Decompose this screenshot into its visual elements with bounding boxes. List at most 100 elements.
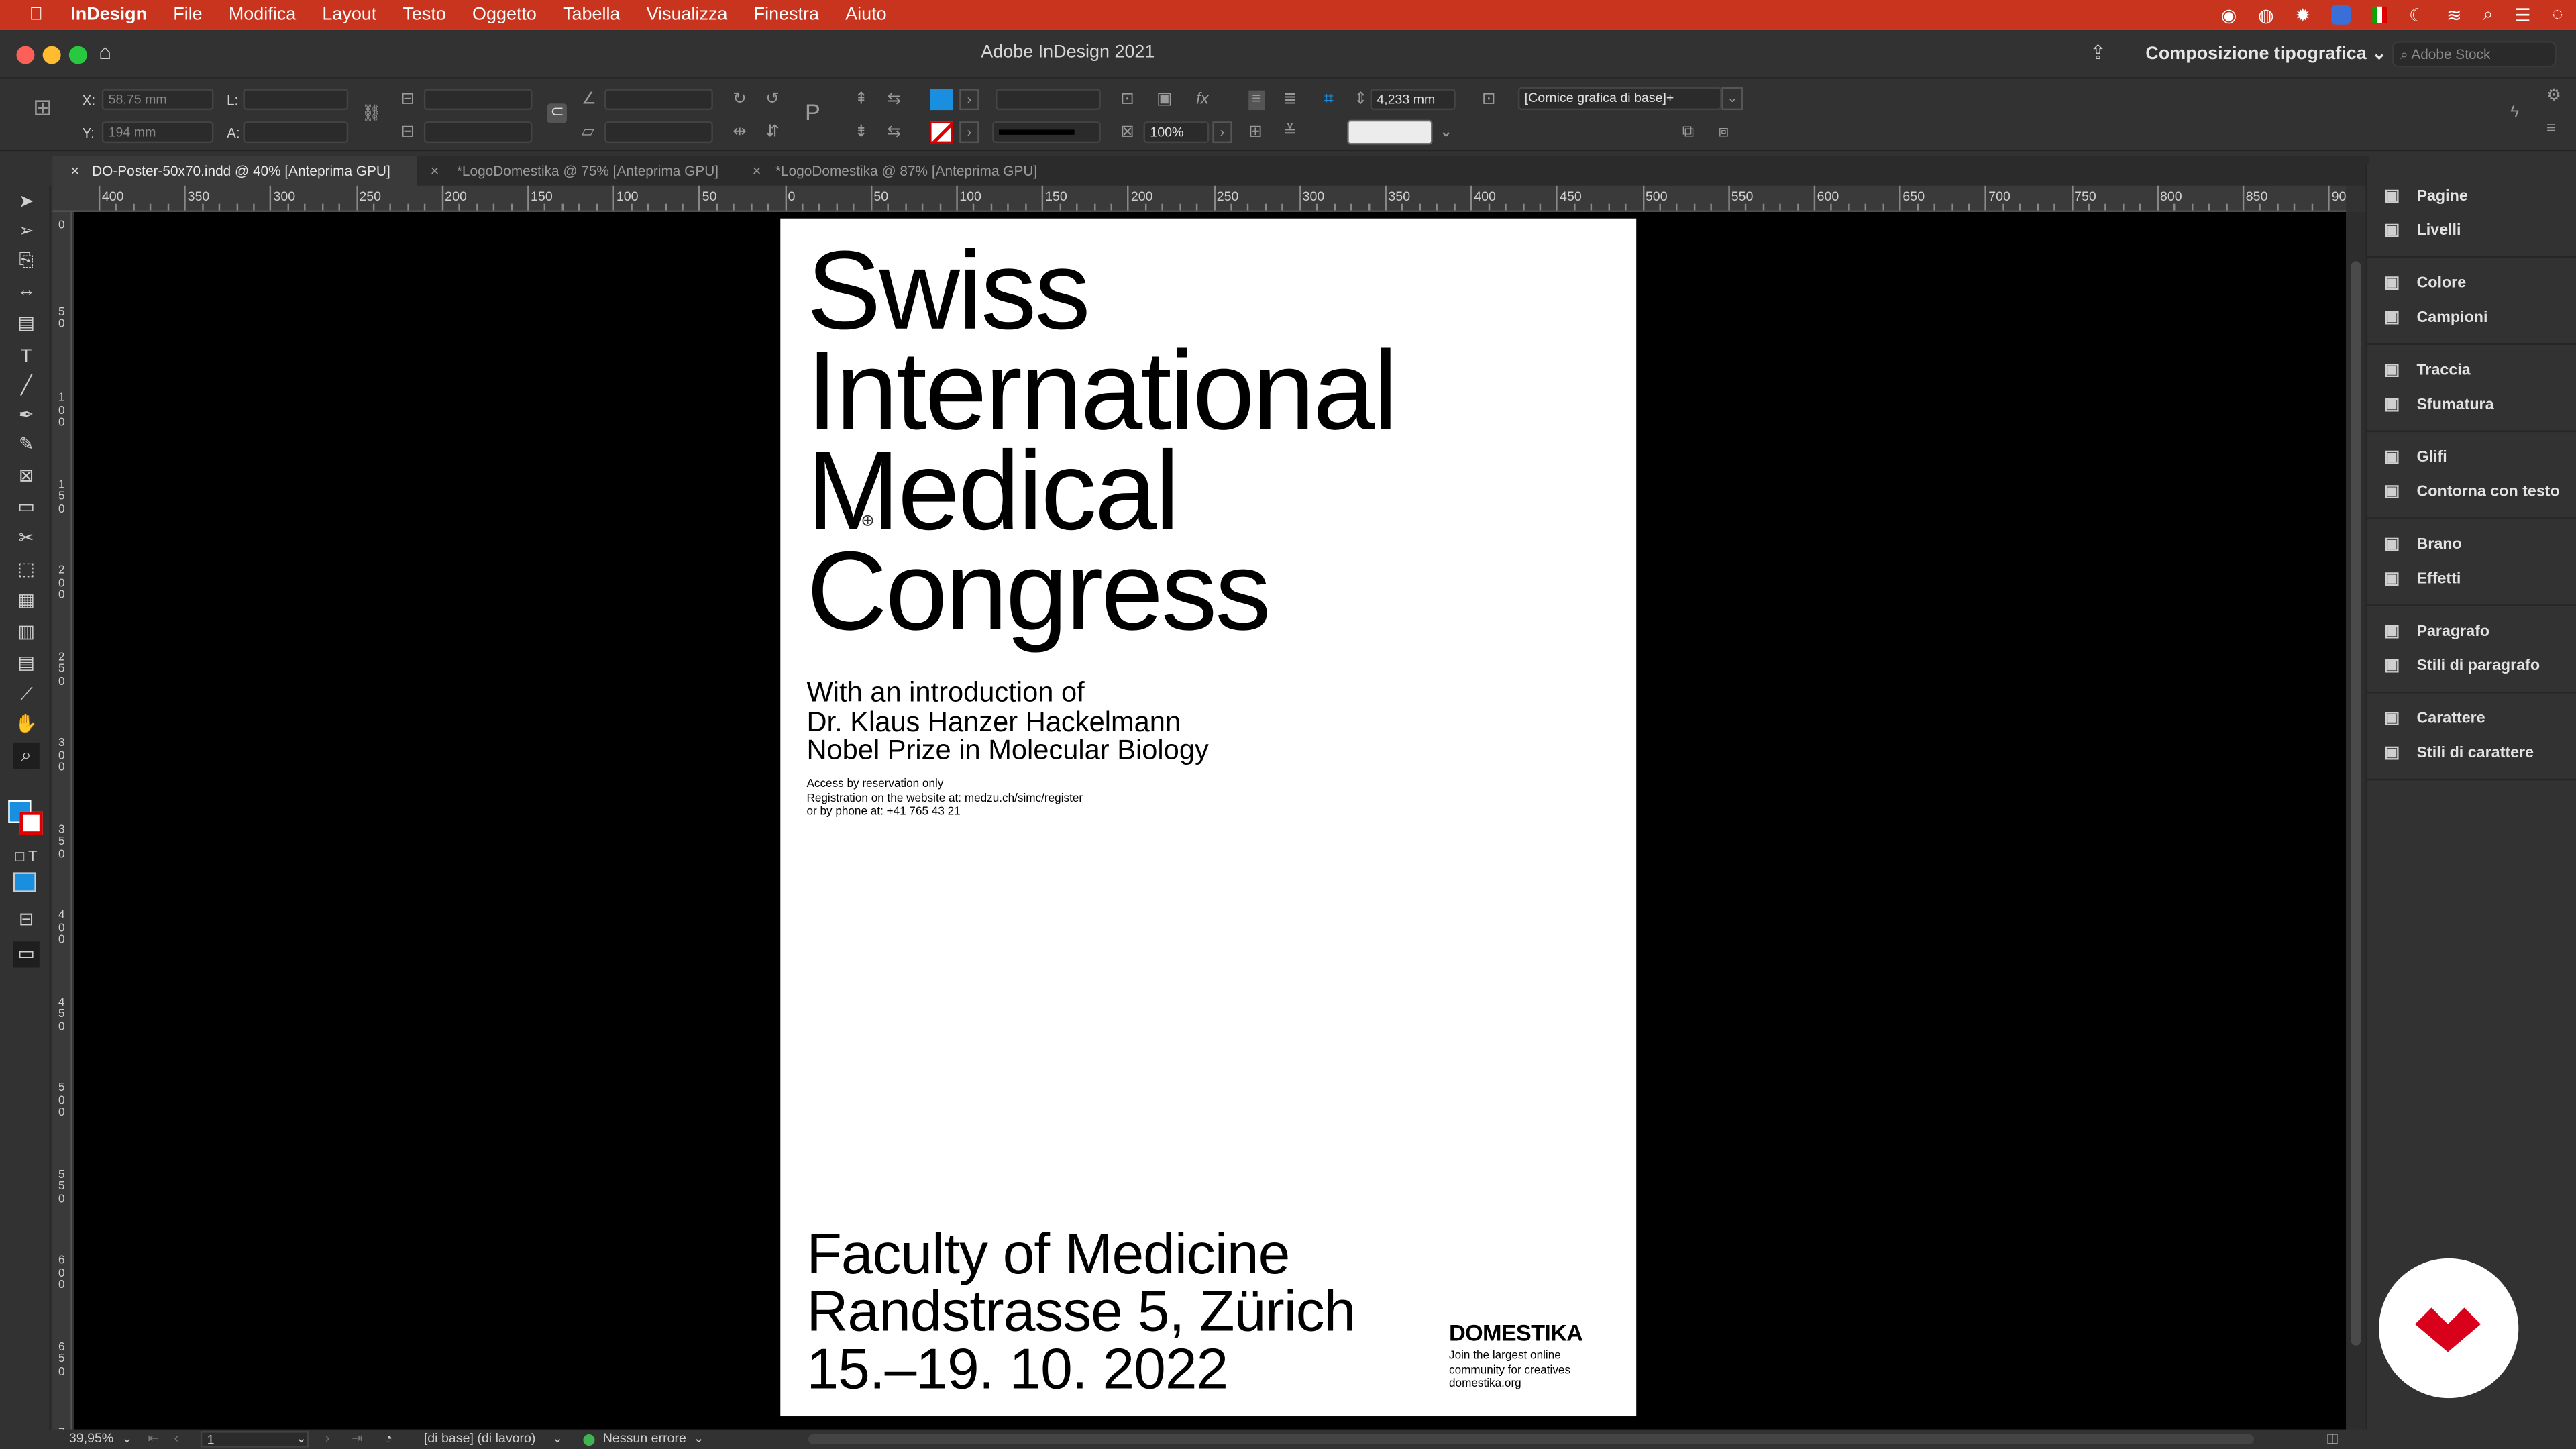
domestika-tagline[interactable]: Join the largest online community for cr… <box>1449 1350 1613 1392</box>
vertical-scrollbar[interactable] <box>2346 211 2366 1430</box>
stroke-weight-select[interactable] <box>996 89 1101 111</box>
stroke-type-select[interactable] <box>992 121 1101 144</box>
style-override-icon[interactable]: ⧉ <box>1682 123 1694 143</box>
scale-y-field[interactable] <box>423 121 533 144</box>
panel-menu-icon[interactable]: ≡ <box>2546 120 2556 140</box>
close-tab-icon[interactable]: × <box>431 156 439 186</box>
menu-testo[interactable]: Testo <box>402 5 445 24</box>
poster-page[interactable]: Swiss International Medical Congress Wit… <box>780 218 1637 1417</box>
align-stroke-inside-icon[interactable]: ≡ <box>1248 90 1265 111</box>
zoom-tool-icon[interactable]: ⌕ <box>13 742 40 769</box>
close-tab-icon[interactable]: × <box>70 156 79 186</box>
gradient-tool-icon[interactable]: ▦ <box>13 588 40 614</box>
rotate-cw-icon[interactable]: ↻ <box>733 91 747 110</box>
stroke-stepper-icon[interactable]: ⇕ <box>1354 91 1368 110</box>
wifi-icon[interactable]: ≋ <box>2447 4 2462 25</box>
fill-swatch[interactable] <box>930 89 953 111</box>
panel-item-paragrafo[interactable]: ▣ Paragrafo <box>2381 616 2489 645</box>
panel-item-brano[interactable]: ▣ Brano <box>2381 529 2462 559</box>
menu-layout[interactable]: Layout <box>322 5 376 24</box>
style-edit-icon[interactable]: ⧈ <box>1719 123 1729 143</box>
flip-horizontal-icon[interactable]: ⇹ <box>733 123 747 143</box>
stroke-menu-button[interactable]: › <box>959 121 979 144</box>
fx-icon[interactable]: fx <box>1196 91 1209 110</box>
layout-label[interactable]: [di base] (di lavoro) <box>424 1430 536 1449</box>
rotate-angle-icon[interactable]: ∠ <box>582 91 596 110</box>
eyedropper-tool-icon[interactable]: ⟋ <box>13 682 40 708</box>
rotate-field[interactable] <box>604 89 713 111</box>
previous-page-icon[interactable]: ‹ <box>174 1430 179 1449</box>
horizontal-ruler[interactable]: 400 350 300 250 200 150 100 50 0 50 100 150 200 250 30… <box>52 185 2347 212</box>
horizontal-scrollbar[interactable] <box>808 1434 2255 1444</box>
wrap-text-icon[interactable]: ⊞ <box>1248 123 1263 143</box>
menu-file[interactable]: File <box>173 5 202 24</box>
menu-oggetto[interactable]: Oggetto <box>472 5 537 24</box>
object-style-icon[interactable]: ⊡ <box>1482 91 1496 110</box>
height-field[interactable] <box>243 121 349 144</box>
opacity-icon[interactable]: ⊠ <box>1120 123 1134 143</box>
tab-logo-87[interactable]: × *LogoDomestika @ 87% [Anteprima GPU] <box>746 156 1075 186</box>
direct-selection-tool-icon[interactable]: ➢ <box>13 219 40 245</box>
reference-point-icon[interactable]: ⊞ <box>33 95 52 118</box>
poster-info[interactable]: Access by reservation only Registration … <box>806 779 1299 820</box>
fill-menu-button[interactable]: › <box>959 89 979 111</box>
sync-icon[interactable]: ◍ <box>2258 4 2274 25</box>
split-view-icon[interactable]: ◫ <box>2326 1430 2339 1449</box>
panel-item-colore[interactable]: ▣ Colore <box>2381 268 2466 297</box>
type-tool-icon[interactable]: T <box>13 343 40 370</box>
stroke-field[interactable]: 4,233 mm <box>1370 89 1456 111</box>
frame-fitting-icon[interactable]: ⊡ <box>1120 91 1134 110</box>
chevron-down-icon[interactable]: ⌄ <box>121 1430 132 1449</box>
paragraph-p-icon[interactable]: P <box>805 100 820 123</box>
panel-item-effetti[interactable]: ▣ Effetti <box>2381 564 2461 594</box>
constrain-proportions-icon[interactable]: ⛓ <box>362 105 382 125</box>
panel-item-stili-di-carattere[interactable]: ▣ Stili di carattere <box>2381 739 2534 768</box>
apply-color-icon[interactable] <box>13 872 36 892</box>
lightning-icon[interactable]: ϟ <box>2510 103 2519 123</box>
select-next-icon[interactable]: ⇆ <box>887 123 901 143</box>
line-tool-icon[interactable]: ╱ <box>13 373 40 399</box>
preflight-label[interactable]: Nessun errore <box>603 1430 686 1449</box>
flip-vertical-icon[interactable]: ⇵ <box>765 123 780 143</box>
chevron-down-icon[interactable]: ⌄ <box>552 1430 563 1449</box>
panel-item-glifi[interactable]: ▣ Glifi <box>2381 442 2447 472</box>
y-field[interactable]: 194 mm <box>101 121 214 144</box>
link-scale-icon[interactable]: ⊂ <box>547 103 568 123</box>
vertical-ruler[interactable]: 0 5 0 1 0 0 1 5 0 2 0 0 2 5 0 3 0 0 3 5 0 4 0 0 4… <box>52 211 72 1430</box>
siri-icon[interactable]: ◌ <box>2552 5 2563 24</box>
chevron-down-icon[interactable]: ⌄ <box>296 1430 307 1449</box>
menu-tabella[interactable]: Tabella <box>563 5 620 24</box>
align-stroke-center-icon[interactable]: ≣ <box>1283 91 1297 110</box>
gradient-feather-tool-icon[interactable]: ▥ <box>13 619 40 645</box>
layout-mode-icon[interactable]: ◔ <box>384 1430 392 1449</box>
shear-field[interactable] <box>604 121 713 144</box>
scale-x-field[interactable] <box>423 89 533 111</box>
page-tool-icon[interactable]: ⎘ <box>13 248 40 274</box>
menu-visualizza[interactable]: Visualizza <box>647 5 728 24</box>
scissors-tool-icon[interactable]: ✂ <box>13 526 40 552</box>
apple-icon[interactable]:  <box>25 5 48 24</box>
scale-x-icon[interactable]: ⊟ <box>401 91 415 110</box>
selection-tool-icon[interactable]: ➤ <box>13 189 40 215</box>
shadow-icon[interactable]: ▣ <box>1157 91 1172 110</box>
width-field[interactable] <box>243 89 349 111</box>
poster-footer[interactable]: Faculty of Medicine Randstrasse 5, Züric… <box>806 1226 1464 1398</box>
note-tool-icon[interactable]: ▤ <box>13 651 40 677</box>
app-icon[interactable] <box>2331 5 2352 25</box>
panel-item-stili-di-paragrafo[interactable]: ▣ Stili di paragrafo <box>2381 651 2540 681</box>
opacity-field[interactable]: 100% <box>1143 121 1210 144</box>
zoom-level[interactable]: 39,95% <box>69 1430 113 1449</box>
search-icon[interactable]: ⌕ <box>2483 4 2493 25</box>
rectangle-tool-icon[interactable]: ▭ <box>13 494 40 521</box>
shear-angle-icon[interactable]: ▱ <box>582 123 594 143</box>
object-style-dropdown[interactable]: ⌄ <box>1721 87 1743 111</box>
screen-mode-icon[interactable]: ▭ <box>13 941 40 968</box>
workspace-switcher[interactable]: Composizione tipografica ⌄ <box>2145 43 2386 64</box>
control-center-icon[interactable]: ☰ <box>2514 4 2530 25</box>
gap-tool-icon[interactable]: ↔ <box>13 278 40 304</box>
moon-icon[interactable]: ☾ <box>2409 4 2425 25</box>
chevron-down-icon[interactable]: ⌄ <box>1439 123 1453 143</box>
panel-item-pagine[interactable]: ▣ Pagine <box>2381 180 2468 210</box>
view-mode-icon[interactable]: ⊟ <box>13 907 40 933</box>
panel-item-traccia[interactable]: ▣ Traccia <box>2381 355 2471 384</box>
